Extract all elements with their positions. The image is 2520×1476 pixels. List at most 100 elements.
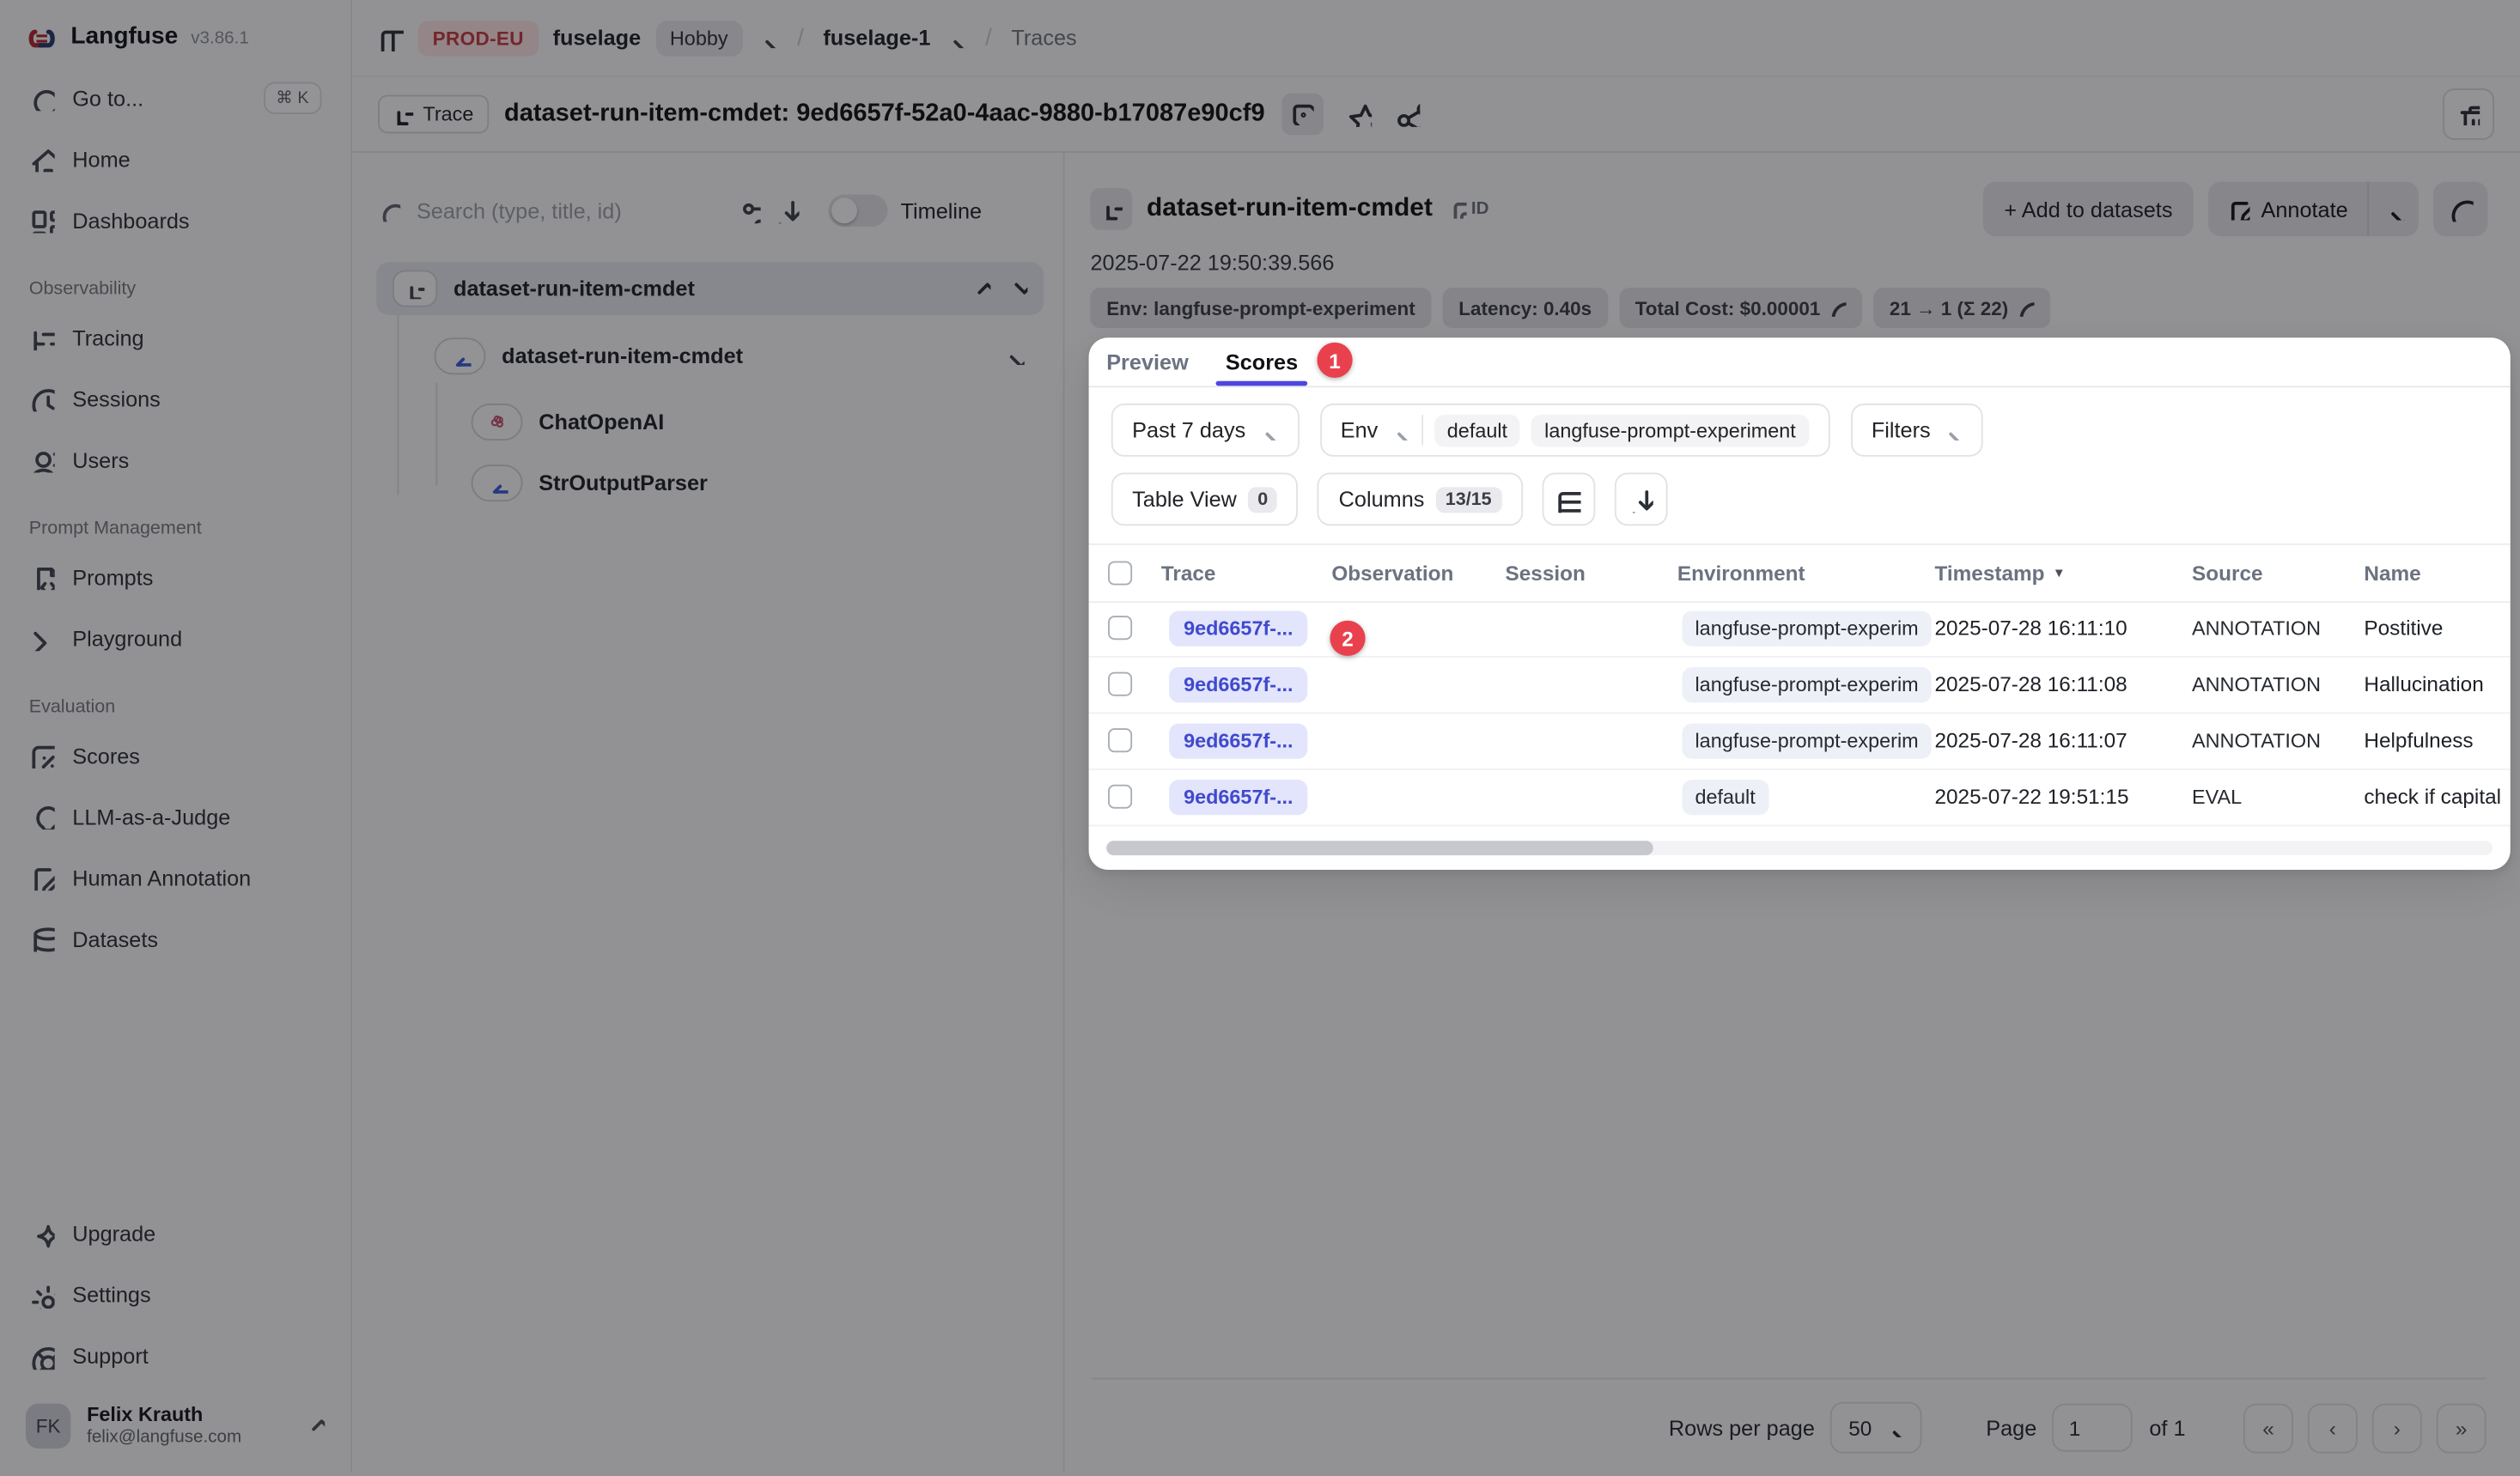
sidebar-item-users[interactable]: Users [19, 435, 331, 483]
last-page-button[interactable]: » [2437, 1403, 2487, 1453]
sidebar-item-home[interactable]: Home [19, 135, 331, 183]
users-icon [29, 447, 55, 473]
view-settings-button[interactable] [735, 197, 761, 223]
tag-button[interactable] [1281, 94, 1323, 136]
sidebar-spacer [19, 976, 331, 1211]
sidebar-item-scores[interactable]: Scores [19, 732, 331, 780]
tree-node-generation[interactable]: ChatOpenAI [472, 396, 665, 449]
prev-page-button[interactable]: ‹ [2308, 1403, 2358, 1453]
sidebar-item-upgrade[interactable]: Upgrade [19, 1210, 331, 1258]
col-name[interactable]: Name [2364, 545, 2420, 602]
app-name: Langfuse [70, 22, 178, 50]
export-button[interactable] [1614, 472, 1667, 525]
col-source[interactable]: Source [2192, 545, 2263, 602]
table-row[interactable]: 9ed6657f-... langfuse-prompt-experim 202… [1089, 712, 2511, 769]
scrollbar-thumb[interactable] [1106, 841, 1653, 855]
expand-all-icon[interactable] [968, 277, 990, 300]
collapse-all-icon[interactable] [1005, 277, 1027, 300]
breadcrumb-page: Traces [1011, 26, 1076, 50]
table-row[interactable]: 9ed6657f-... langfuse-prompt-experim 202… [1089, 656, 2511, 714]
col-timestamp[interactable]: Timestamp ▼ [1934, 545, 2065, 602]
share-button[interactable] [1393, 101, 1419, 127]
sidebar-item-sessions[interactable]: Sessions [19, 374, 331, 422]
project-chevron-down-icon[interactable] [945, 27, 965, 48]
sidebar-item-dashboards[interactable]: Dashboards [19, 196, 331, 244]
page-size-select[interactable]: 50 [1831, 1402, 1922, 1454]
sidebar-item-datasets[interactable]: Datasets [19, 914, 331, 963]
row-checkbox[interactable] [1108, 728, 1132, 752]
org-chevron-down-icon[interactable] [757, 27, 777, 48]
first-page-button[interactable]: « [2243, 1403, 2293, 1453]
tree-node-parser[interactable]: StrOutputParser [472, 457, 708, 510]
share-icon [1393, 101, 1419, 127]
sidebar-item-settings[interactable]: Settings [19, 1271, 331, 1319]
col-session[interactable]: Session [1506, 545, 1586, 602]
columns-button[interactable]: Columns 13/15 [1318, 472, 1522, 525]
row-checkbox[interactable] [1108, 616, 1132, 640]
breadcrumb-org[interactable]: fuselage [553, 26, 642, 50]
env-value-chip[interactable]: default [1434, 414, 1520, 446]
page-of-label: of 1 [2149, 1416, 2185, 1440]
tree-search-input[interactable] [413, 197, 721, 224]
plan-badge[interactable]: Hobby [655, 20, 742, 55]
row-height-button[interactable] [1542, 472, 1595, 525]
delete-trace-button[interactable] [2443, 88, 2494, 140]
row-checkbox[interactable] [1108, 785, 1132, 809]
date-range-filter[interactable]: Past 7 days [1111, 404, 1299, 457]
lightbulb-icon [29, 804, 55, 829]
trace-id-link[interactable]: 9ed6657f-... [1169, 779, 1307, 814]
horizontal-scrollbar[interactable] [1106, 841, 2493, 855]
sidebar-item-prompts[interactable]: Prompts [19, 553, 331, 601]
sidebar-item-playground[interactable]: Playground [19, 614, 331, 662]
trace-id-link[interactable]: 9ed6657f-... [1169, 610, 1307, 646]
select-all-checkbox[interactable] [1108, 561, 1132, 585]
percent-square-icon [29, 743, 55, 768]
trace-type-badge[interactable]: Trace [378, 94, 488, 133]
page-number-input[interactable] [2053, 1404, 2133, 1452]
breadcrumb-separator: / [792, 24, 808, 52]
col-environment[interactable]: Environment [1677, 545, 1805, 602]
trace-id-link[interactable]: 9ed6657f-... [1169, 723, 1307, 758]
trash-icon [2457, 103, 2480, 125]
environment-chip: langfuse-prompt-experim [1682, 723, 1931, 758]
sidebar-item-human-annotation[interactable]: Human Annotation [19, 853, 331, 902]
tab-scores[interactable]: Scores [1226, 337, 1298, 386]
tab-preview[interactable]: Preview [1106, 337, 1189, 386]
tokens-badge[interactable]: 21 → 1 (Σ 22) [1873, 288, 2050, 328]
table-view-button[interactable]: Table View 0 [1111, 472, 1299, 525]
next-page-button[interactable]: › [2372, 1403, 2422, 1453]
tree-guide-line [397, 315, 399, 495]
add-to-datasets-button[interactable]: + Add to datasets [1983, 182, 2194, 237]
goto-search[interactable]: Go to... ⌘ K [19, 74, 331, 122]
comments-button[interactable] [2433, 182, 2488, 237]
annotate-dropdown-button[interactable] [2369, 182, 2419, 237]
trace-id-link[interactable]: 9ed6657f-... [1169, 666, 1307, 702]
env-filter[interactable]: Env default langfuse-prompt-experiment [1319, 404, 1829, 457]
table-row[interactable]: 9ed6657f-... default 2025-07-22 19:51:15… [1089, 768, 2511, 826]
sidebar-item-support[interactable]: Support [19, 1332, 331, 1380]
user-menu[interactable]: FK Felix Krauth felix@langfuse.com [19, 1394, 331, 1457]
tree-node-span[interactable]: dataset-run-item-cmdet [435, 330, 1025, 383]
sidebar-item-tracing[interactable]: Tracing [19, 313, 331, 361]
env-value-chip[interactable]: langfuse-prompt-experiment [1531, 414, 1809, 446]
detail-tabs: Preview Scores [1089, 337, 2511, 387]
env-region-badge: PROD-EU [418, 20, 539, 55]
timeline-toggle[interactable] [828, 195, 887, 227]
filters-button[interactable]: Filters [1850, 404, 1983, 457]
sidebar-item-llm-judge[interactable]: LLM-as-a-Judge [19, 793, 331, 841]
life-buoy-icon [29, 1344, 55, 1370]
panel-left-toggle[interactable] [378, 25, 404, 51]
section-observability: Observability [29, 280, 322, 299]
col-observation[interactable]: Observation [1331, 545, 1453, 602]
breadcrumb-project[interactable]: fuselage-1 [823, 26, 930, 50]
row-checkbox[interactable] [1108, 672, 1132, 696]
cost-badge[interactable]: Total Cost: $0.00001 [1619, 288, 1862, 328]
annotate-button[interactable]: Annotate [2208, 182, 2367, 237]
table-row[interactable]: 9ed6657f-... langfuse-prompt-experim 202… [1089, 599, 2511, 657]
copy-id-button[interactable]: ID [1447, 199, 1489, 218]
col-trace[interactable]: Trace [1161, 545, 1216, 602]
star-button[interactable] [1345, 101, 1371, 127]
tree-node-root[interactable]: dataset-run-item-cmdet [376, 262, 1044, 315]
download-tree-button[interactable] [774, 197, 800, 223]
collapse-node-chevron[interactable] [1001, 343, 1024, 370]
